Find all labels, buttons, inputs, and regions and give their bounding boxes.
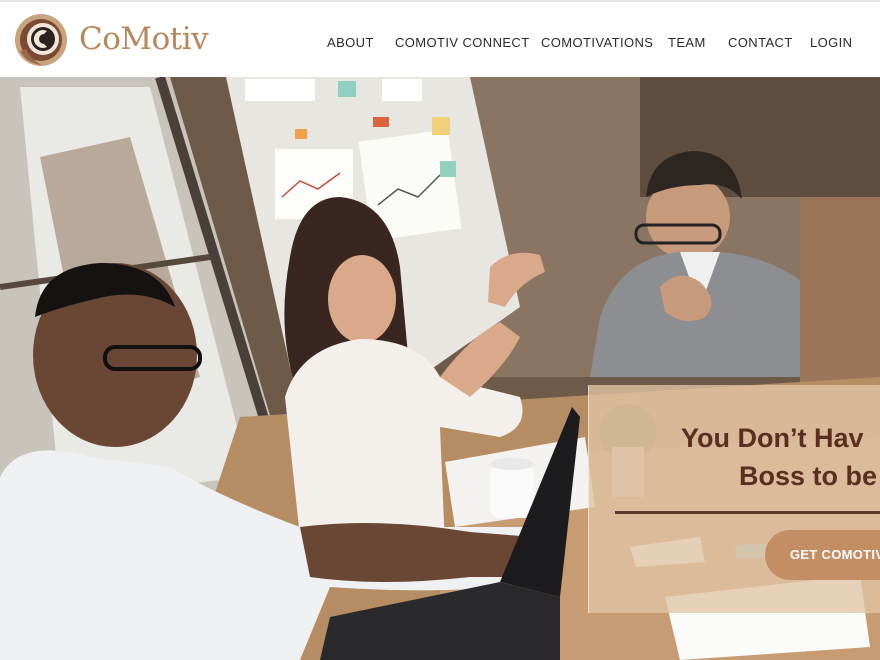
nav-comotiv-connect[interactable]: COMOTIV CONNECT — [395, 35, 530, 50]
get-comotiv-button[interactable]: GET COMOTIV — [765, 530, 880, 580]
hero-cta-panel: You Don’t Hav Boss to be GET COMOTIV — [588, 385, 880, 613]
hero-divider — [615, 511, 880, 514]
site-header: CoMotiv ABOUT COMOTIV CONNECT COMOTIVATI… — [0, 0, 880, 77]
nav-about[interactable]: ABOUT — [327, 35, 374, 50]
nav-comotivations[interactable]: COMOTIVATIONS — [541, 35, 653, 50]
hero-headline-line2: Boss to be — [739, 461, 878, 491]
nav-team[interactable]: TEAM — [668, 35, 706, 50]
hero-headline: You Don’t Hav Boss to be — [681, 419, 880, 495]
brand-name[interactable]: CoMotiv — [79, 21, 209, 57]
nav-contact[interactable]: CONTACT — [728, 35, 793, 50]
comotiv-logo-icon[interactable] — [12, 11, 70, 69]
hero-section: You Don’t Hav Boss to be GET COMOTIV — [0, 77, 880, 660]
hero-headline-line1: You Don’t Hav — [681, 423, 864, 453]
nav-login[interactable]: LOGIN — [810, 35, 852, 50]
